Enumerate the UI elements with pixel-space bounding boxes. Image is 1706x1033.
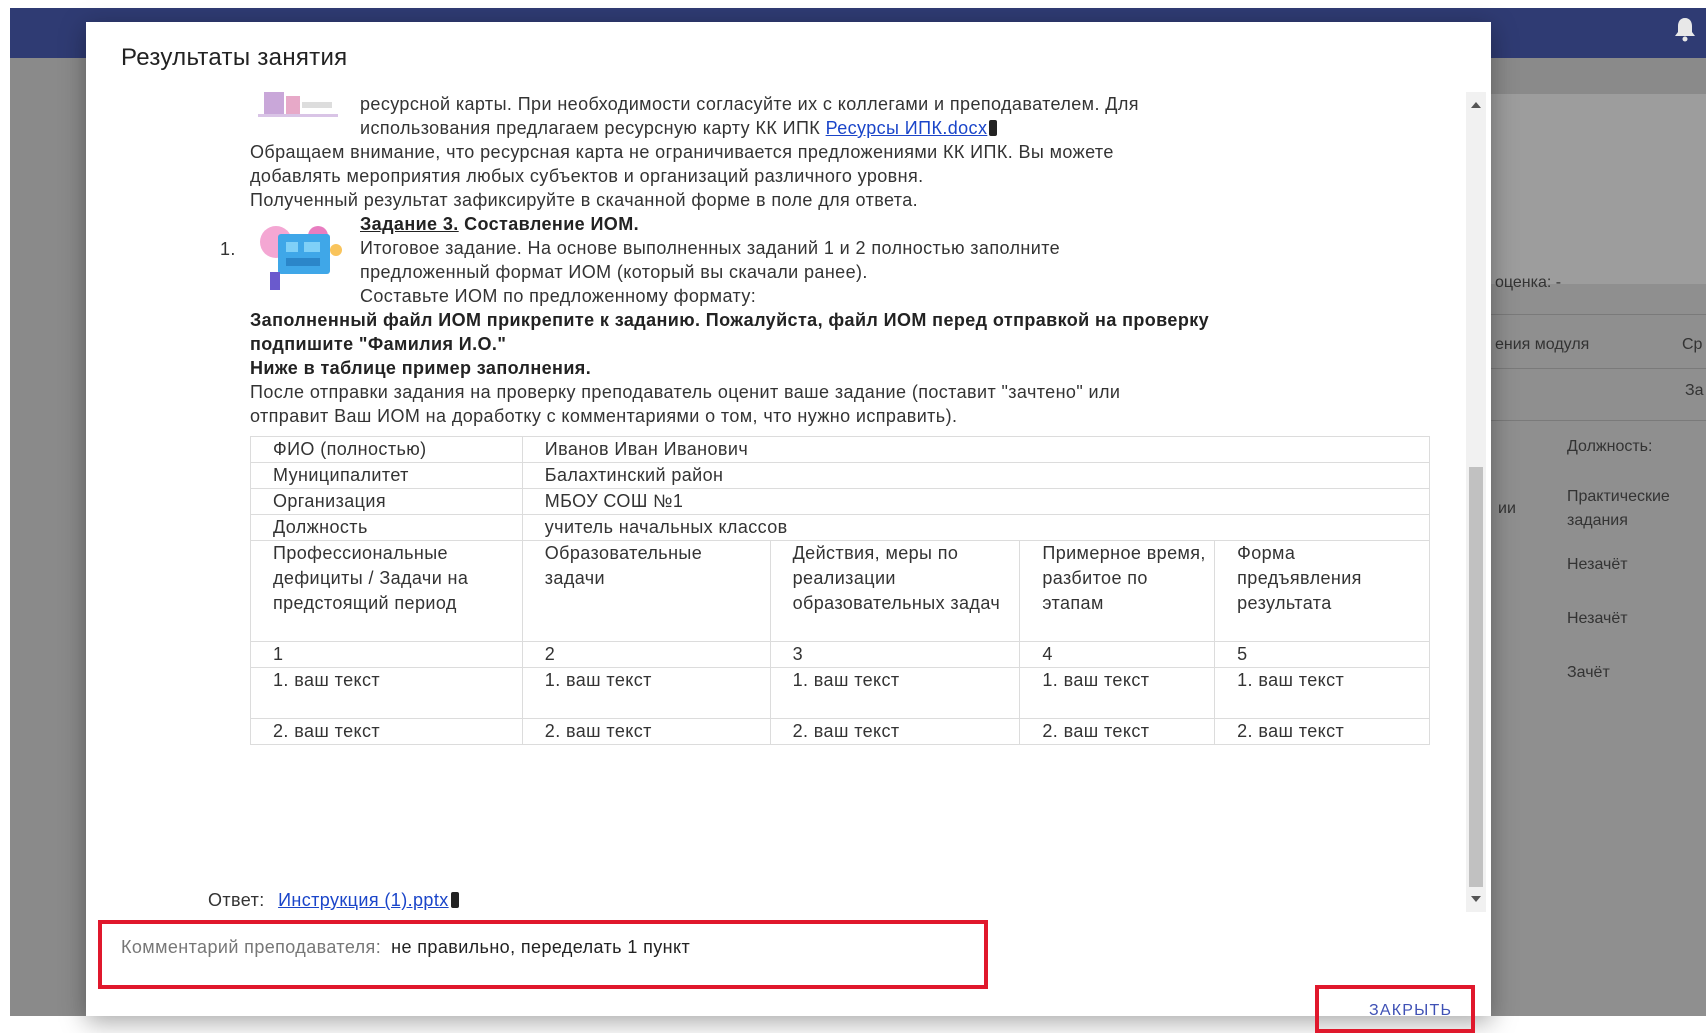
table-row: 1. ваш текст 1. ваш текст 1. ваш текст 1… [250,667,1430,719]
table-cell: 2 [521,641,771,668]
background-banner [1490,94,1706,284]
column-value-za: За [1685,382,1704,399]
position-label: Должность: [1567,438,1653,455]
comment-label: Комментарий преподавателя: [121,937,382,957]
content-text-part: использования предлагаем ресурсную карту… [360,118,826,138]
column-header-cr: Ср [1682,336,1703,353]
instruction-bold: Ниже в таблице пример заполнения. [250,358,592,378]
answer-file-link[interactable]: Инструкция (1).pptx [278,890,449,910]
divider [1490,314,1706,315]
notice-text: Полученный результат зафиксируйте в скач… [250,190,919,210]
task-number: Задание 3. [360,214,459,234]
close-button[interactable]: ЗАКРЫТЬ [1369,1002,1452,1020]
table-header-row: Профессиональные дефициты / Задачи на пр… [250,540,1430,642]
table-cell: Организация [250,488,523,515]
scroll-up-icon[interactable] [1471,102,1481,108]
table-header-cell: Профессиональные дефициты / Задачи на пр… [250,540,523,642]
divider [1490,420,1706,421]
status-cell: Незачёт [1567,556,1628,573]
table-cell: 1. ваш текст [250,667,523,719]
comment-text: не правильно, переделать 1 пункт [391,937,691,957]
table-cell: 5 [1214,641,1430,668]
bg-fragment: ии [1498,500,1516,517]
notice-text: Обращаем внимание, что ресурсная карта н… [250,142,1114,162]
table-cell: ФИО (полностью) [250,436,523,463]
status-cell: Зачёт [1567,664,1610,681]
module-column-header: ения модуля [1495,336,1590,353]
table-cell: 2. ваш текст [769,718,1021,745]
resource-file-link[interactable]: Ресурсы ИПК.docx [826,118,988,138]
content-text: использования предлагаем ресурсную карту… [360,115,998,141]
table-header-cell: Форма предъявления результата [1214,540,1430,642]
task-text: Итоговое задание. На основе выполненных … [360,238,1061,258]
content-scrollbar[interactable] [1466,92,1486,912]
table-cell: 1 [250,641,523,668]
instruction-bold: подпишите "Фамилия И.О." [250,334,507,354]
task-text: Составьте ИОМ по предложенному формату: [360,286,757,306]
practical-label-2: задания [1567,512,1628,529]
table-cell: 2. ваш текст [1019,718,1216,745]
grade-label: оценка: - [1495,274,1562,291]
iom-example-table: ФИО (полностью) Иванов Иван Иванович Мун… [250,436,1431,745]
table-row: 2. ваш текст 2. ваш текст 2. ваш текст 2… [250,718,1430,745]
table-cell: МБОУ СОШ №1 [521,488,1431,515]
table-cell: Должность [250,514,523,541]
table-cell: Муниципалитет [250,462,523,489]
table-cell: 1. ваш текст [769,667,1021,719]
table-cell: учитель начальных классов [521,514,1431,541]
results-dialog: Результаты занятия ресурсной карты. При … [86,22,1491,1033]
notice-text: добавлять мероприятия любых субъектов и … [250,166,924,186]
table-row: Должность учитель начальных классов [250,514,1431,541]
table-cell: 1. ваш текст [1214,667,1430,719]
table-cell: Балахтинский район [521,462,1431,489]
task-text: предложенный формат ИОМ (который вы скач… [360,262,868,282]
task-illustration [260,226,342,290]
table-cell: 3 [769,641,1021,668]
content-text: ресурсной карты. При необходимости согла… [360,94,1139,114]
bell-icon[interactable] [1674,16,1696,42]
table-cell: 2. ваш текст [250,718,523,745]
table-row: Организация МБОУ СОШ №1 [250,488,1431,515]
status-cell: Незачёт [1567,610,1628,627]
attachment-icon [450,892,459,908]
task-name: Составление ИОМ. [458,214,640,234]
instruction-bold: Заполненный файл ИОМ прикрепите к задани… [250,310,1210,330]
resource-map-illustration [258,92,338,117]
table-header-cell: Действия, меры по реализации образовател… [769,540,1021,642]
task-title: Задание 3. Составление ИОМ. [360,211,639,237]
dialog-content[interactable]: ресурсной карты. При необходимости согла… [86,92,1464,912]
answer-row: Ответ: Инструкция (1).pptx [208,890,459,911]
list-number: 1. [220,239,236,259]
table-header-cell: Образовательные задачи [521,540,771,642]
table-cell: 4 [1019,641,1216,668]
table-row: 1 2 3 4 5 [250,641,1430,668]
table-cell: 2. ваш текст [521,718,771,745]
dialog-title: Результаты занятия [121,44,348,71]
table-row: Муниципалитет Балахтинский район [250,462,1431,489]
scroll-down-icon[interactable] [1471,896,1481,902]
attachment-icon [989,120,998,136]
table-header-cell: Примерное время, разбитое по этапам [1019,540,1216,642]
table-cell: 1. ваш текст [1019,667,1216,719]
scrollbar-thumb[interactable] [1469,467,1483,887]
after-text: После отправки задания на проверку препо… [250,382,1121,402]
after-text: отправит Ваш ИОМ на доработку с коммента… [250,406,958,426]
table-cell: 1. ваш текст [521,667,771,719]
table-cell: Иванов Иван Иванович [521,436,1431,463]
table-cell: 2. ваш текст [1214,718,1430,745]
practical-label: Практические [1567,488,1670,505]
divider [1490,368,1706,369]
teacher-comment: Комментарий преподавателя: не правильно, … [121,937,690,958]
answer-label: Ответ: [208,890,265,910]
table-row: ФИО (полностью) Иванов Иван Иванович [250,436,1431,463]
